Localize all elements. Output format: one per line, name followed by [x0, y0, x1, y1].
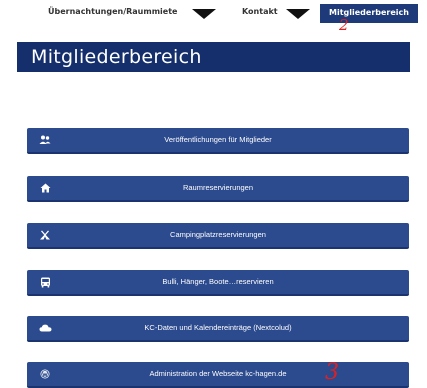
dropdown-arrow-icon[interactable] — [192, 9, 216, 19]
button-label: Veröffentlichungen für Mitglieder — [164, 135, 272, 144]
tent-icon — [37, 223, 53, 247]
annotation-marker-3: 3 — [325, 360, 339, 385]
users-icon — [37, 128, 53, 152]
button-label: Raumreservierungen — [182, 183, 254, 192]
nav-item-mitgliederbereich[interactable]: Mitgliederbereich — [320, 4, 418, 23]
top-navigation: Übernachtungen/Raummiete Kontakt Mitglie… — [0, 0, 427, 33]
nav-item-uebernachtungen[interactable]: Übernachtungen/Raummiete — [48, 7, 177, 16]
website-admin-button[interactable]: Administration der Webseite kc-hagen.de — [27, 362, 409, 388]
button-label: Bulli, Hänger, Boote…reservieren — [162, 277, 274, 286]
dropdown-arrow-icon[interactable] — [286, 9, 310, 19]
wordpress-icon — [37, 362, 53, 386]
publications-button[interactable]: Veröffentlichungen für Mitglieder — [27, 128, 409, 154]
room-reservations-button[interactable]: Raumreservierungen — [27, 176, 409, 202]
bus-icon — [37, 270, 53, 294]
nav-item-kontakt[interactable]: Kontakt — [242, 7, 278, 16]
annotation-marker-2: 2 — [339, 16, 349, 34]
button-label: Campingplatzreservierungen — [170, 230, 266, 239]
page-title-banner: Mitgliederbereich — [17, 42, 410, 72]
page-title: Mitgliederbereich — [31, 46, 202, 68]
vehicle-reservations-button[interactable]: Bulli, Hänger, Boote…reservieren — [27, 270, 409, 296]
camping-reservations-button[interactable]: Campingplatzreservierungen — [27, 223, 409, 249]
button-label: KC-Daten und Kalendereinträge (Nextcolud… — [144, 323, 292, 332]
cloud-icon — [37, 316, 53, 340]
home-icon — [37, 176, 53, 200]
nextcloud-button[interactable]: KC-Daten und Kalendereinträge (Nextcolud… — [27, 316, 409, 342]
